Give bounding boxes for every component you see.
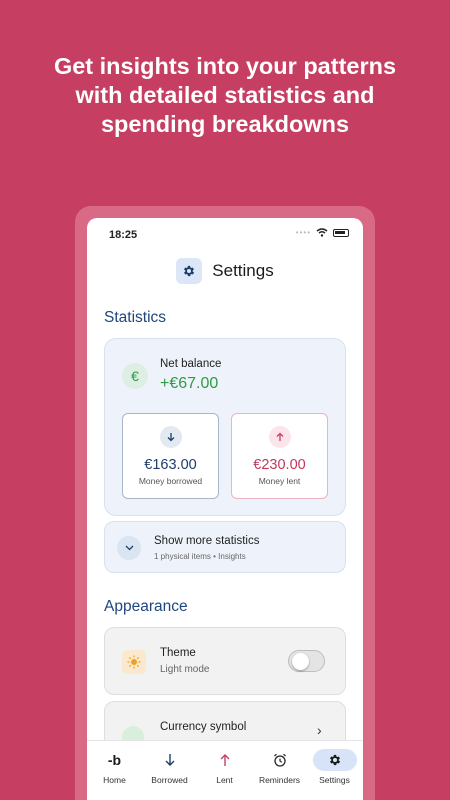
battery-icon [333,228,349,237]
nav-home-label: Home [103,775,126,785]
net-balance-value: +€67.00 [160,375,219,392]
nav-borrowed-label: Borrowed [151,775,188,785]
euro-icon: € [122,363,148,389]
money-borrowed-card[interactable]: €163.00 Money borrowed [122,413,219,499]
nav-home[interactable]: -b Home [87,749,142,794]
chevron-down-icon [117,536,141,560]
gear-icon [312,749,357,771]
promo-headline: Get insights into your patterns with det… [20,52,430,139]
statistics-section-title: Statistics [104,309,167,326]
logo-b-icon: -b [107,752,122,768]
headline-line-1: Get insights into your patterns [53,53,397,79]
money-borrowed-label: Money borrowed [138,476,203,486]
headline-line-3: spending breakdowns [100,111,350,137]
appearance-section-title: Appearance [104,598,188,615]
status-icons: •••• [296,228,349,237]
money-lent-value: €230.00 [253,457,306,473]
show-more-statistics-label: Show more statistics [154,535,260,547]
theme-label: Theme [160,647,196,659]
sun-icon [122,650,146,674]
nav-settings-label: Settings [319,775,350,785]
money-lent-label: Money lent [258,476,301,486]
statistics-card: € Net balance +€67.00 €163.00 Money borr… [104,338,346,516]
nav-reminders-label: Reminders [258,775,301,785]
status-time: 18:25 [109,229,138,241]
money-borrowed-value: €163.00 [144,457,197,473]
chevron-right-icon: › [317,722,322,738]
net-balance-label: Net balance [160,358,222,370]
show-more-statistics-subtitle: 1 physical items • Insights [154,552,246,561]
nav-lent-label: Lent [216,775,233,785]
bottom-navigation: -b Home Borrowed Lent Reminders Settings [87,740,363,800]
arrow-down-icon [160,426,182,448]
nav-borrowed[interactable]: Borrowed [142,749,197,794]
show-more-statistics-button[interactable]: Show more statistics 1 physical items • … [104,521,346,573]
currency-symbol-label: Currency symbol [160,721,247,733]
theme-toggle[interactable] [288,650,325,672]
nav-reminders[interactable]: Reminders [252,749,307,794]
arrow-up-icon [269,426,291,448]
theme-value: Light mode [160,664,210,675]
toggle-knob [292,653,309,670]
nav-lent[interactable]: Lent [197,749,252,794]
money-lent-card[interactable]: €230.00 Money lent [231,413,328,499]
status-bar: 18:25 •••• [87,218,363,252]
theme-setting[interactable]: Theme Light mode [104,627,346,695]
headline-line-2: with detailed statistics and [75,82,375,108]
app-header: Settings [87,258,363,284]
arrow-down-icon [148,749,192,771]
gear-icon [176,258,203,284]
arrow-up-icon [203,749,247,771]
page-title: Settings [212,261,274,280]
nav-settings[interactable]: Settings [307,749,362,794]
alarm-clock-icon [258,749,302,771]
wifi-icon [316,228,328,237]
phone-screen: 18:25 •••• Settings Statistics € Net bal… [87,218,363,800]
signal-icon: •••• [295,228,311,237]
